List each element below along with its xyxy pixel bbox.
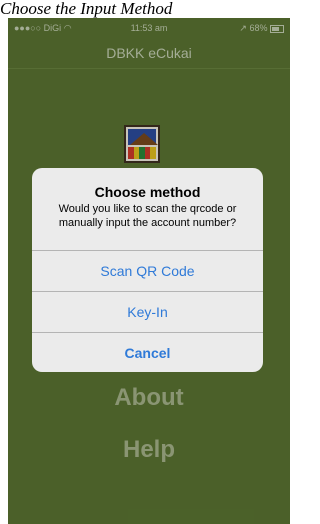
screenshot-caption: Choose the Input Method <box>0 0 173 18</box>
app-screen: ●●●○○ DiGi ◠ 11:53 am ↗ 68% DBKK eCukai … <box>8 18 290 524</box>
choose-method-alert: Choose method Would you like to scan the… <box>32 168 263 372</box>
alert-title: Choose method <box>94 184 201 200</box>
cancel-button[interactable]: Cancel <box>32 332 263 372</box>
scan-qr-code-button[interactable]: Scan QR Code <box>32 250 263 291</box>
alert-message: Would you like to scan the qrcode or man… <box>58 203 237 229</box>
key-in-button[interactable]: Key-In <box>32 291 263 332</box>
